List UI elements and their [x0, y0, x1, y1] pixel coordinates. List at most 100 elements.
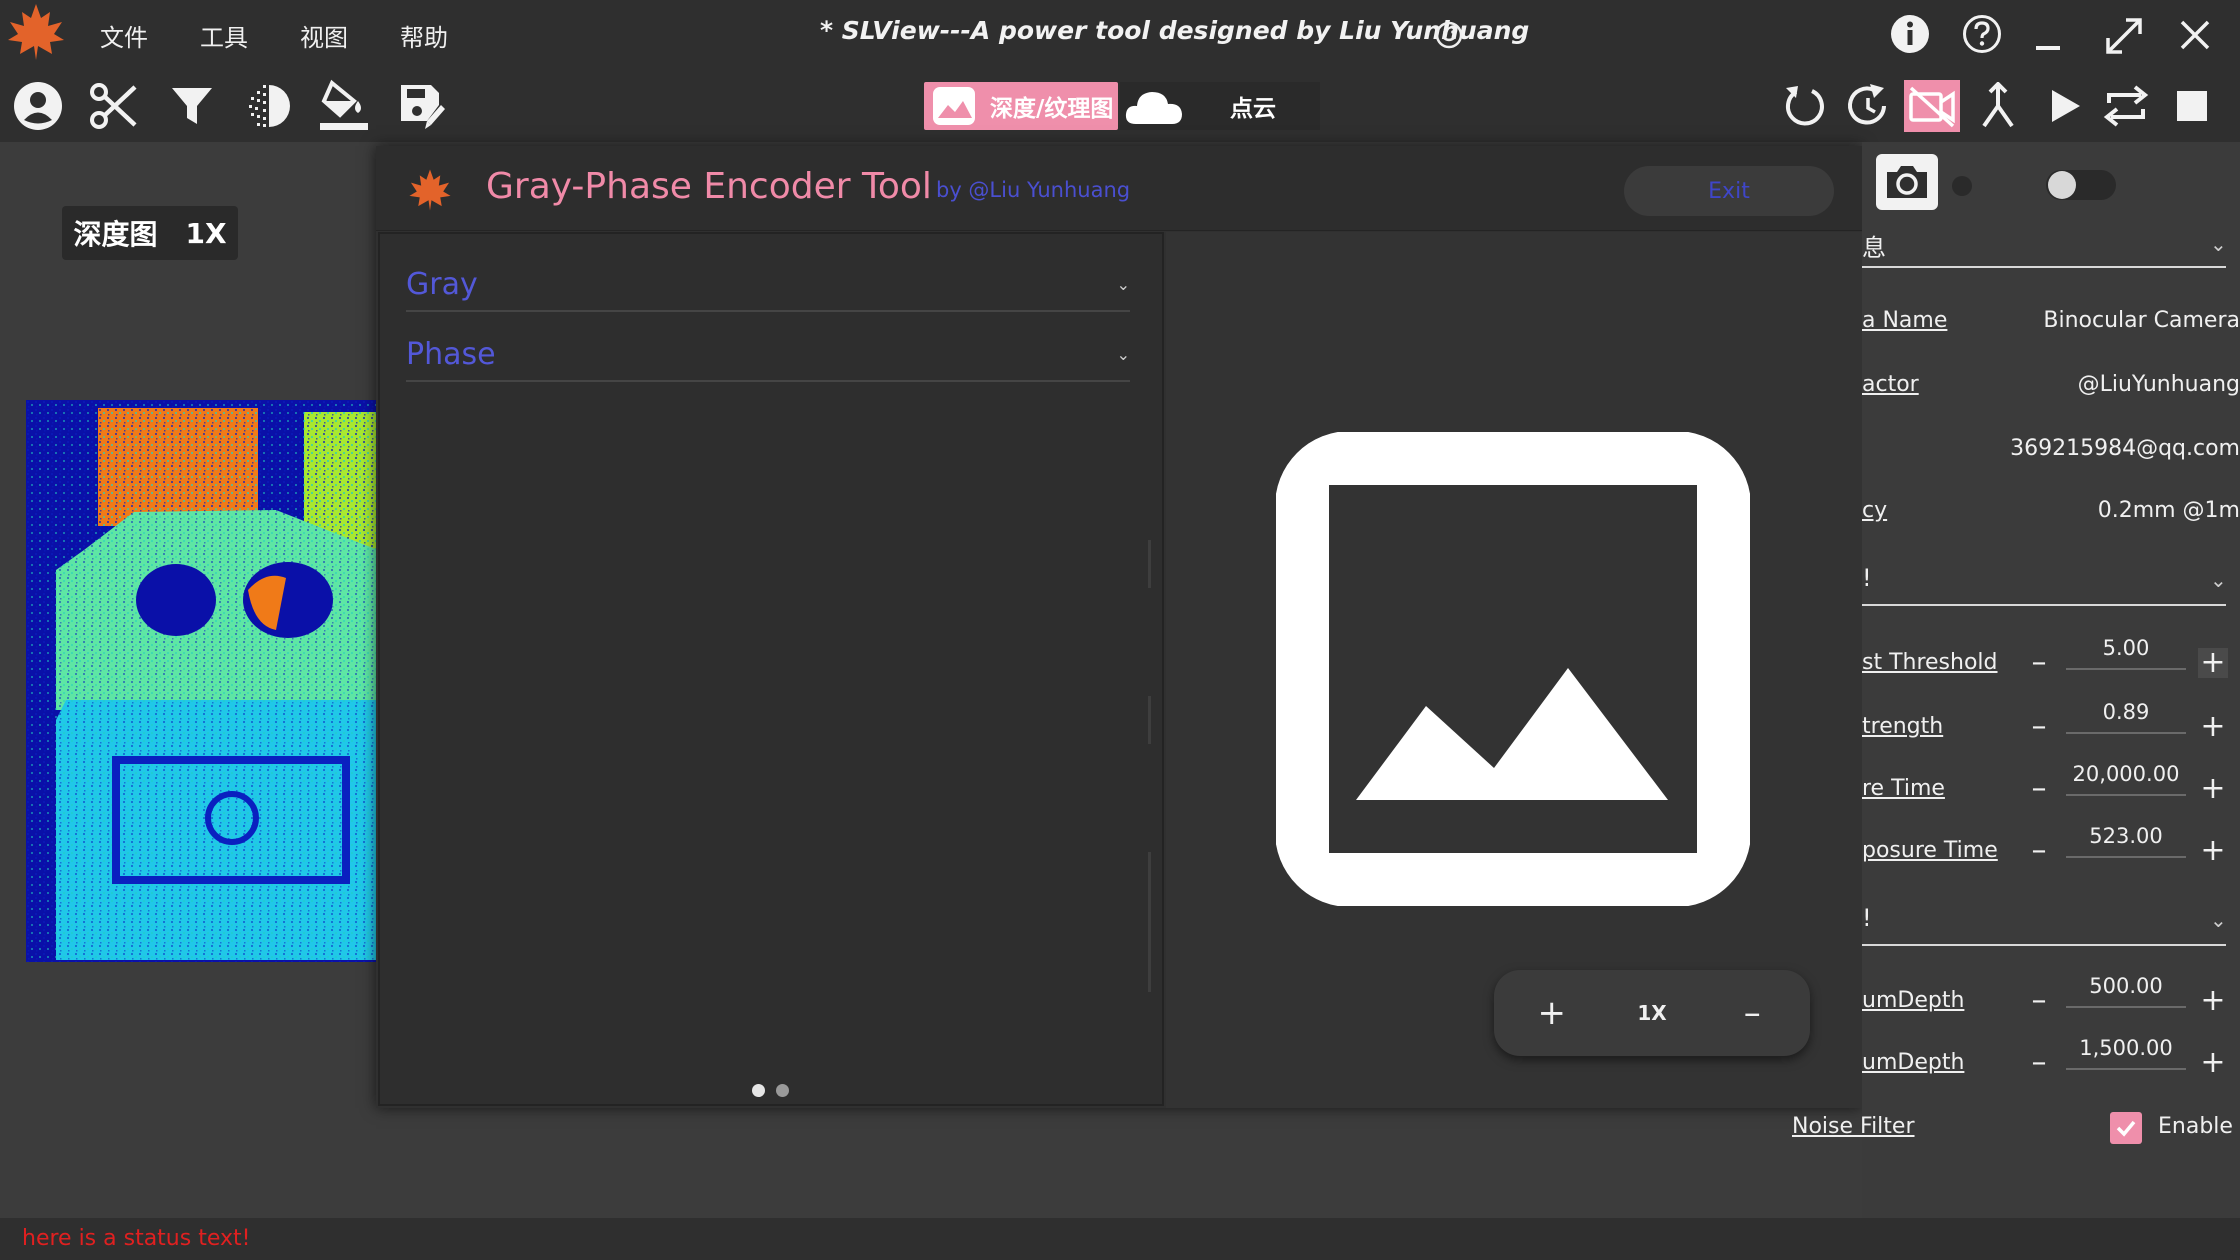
status-bar	[0, 1218, 2240, 1260]
exposure-time-label: re Time	[1862, 776, 1945, 801]
exposure-time-field[interactable]: 20,000.00	[2066, 762, 2186, 796]
chevron-down-icon: ⌄	[1116, 274, 1130, 294]
divider	[406, 310, 1130, 312]
contrast-threshold-field[interactable]: 5.00	[2066, 636, 2186, 670]
contrast-threshold-increment[interactable]: +	[2198, 648, 2228, 678]
exposure-time-2-decrement[interactable]: –	[2024, 836, 2054, 866]
user-icon[interactable]	[10, 78, 66, 134]
strength-field[interactable]: 0.89	[2066, 700, 2186, 734]
viewer-badge-zoom: 1X	[185, 216, 227, 250]
max-depth-field[interactable]: 1,500.00	[2066, 1036, 2186, 1070]
camera-name-label: a Name	[1862, 308, 1948, 333]
contrast-icon[interactable]	[240, 78, 296, 134]
section-capture-header[interactable]: ! ⌄	[1862, 562, 2240, 602]
status-text: here is a status text!	[22, 1226, 251, 1251]
min-depth-increment[interactable]: +	[2198, 986, 2228, 1016]
menu-file[interactable]: 文件	[100, 18, 148, 53]
row-camera-name: a Name Binocular Camera	[1862, 306, 2240, 340]
min-depth-field[interactable]: 500.00	[2066, 974, 2186, 1008]
capture-button[interactable]	[1876, 154, 1938, 210]
zoom-control: + 1X –	[1494, 970, 1810, 1056]
pager-dot-active[interactable]	[752, 1084, 765, 1097]
max-depth-decrement[interactable]: –	[2024, 1048, 2054, 1078]
scissors-icon[interactable]	[86, 78, 142, 134]
divider	[1862, 604, 2226, 606]
filter-icon[interactable]	[164, 78, 220, 134]
section-depth-header[interactable]: ! ⌄	[1862, 902, 2240, 942]
camera-name-value: Binocular Camera	[2043, 308, 2240, 333]
exit-button[interactable]: Exit	[1624, 166, 1834, 216]
accuracy-value: 0.2mm @1m	[2097, 498, 2240, 523]
accuracy-label: cy	[1862, 498, 1888, 523]
noise-filter-checkbox[interactable]	[2110, 1112, 2142, 1144]
exposure-time-2-field[interactable]: 523.00	[2066, 824, 2186, 858]
row-contractor: actor @LiuYunhuang	[1862, 370, 2240, 404]
save-edit-icon[interactable]	[394, 78, 450, 134]
strength-decrement[interactable]: –	[2024, 712, 2054, 742]
section-gray[interactable]: Gray ⌄	[406, 256, 1130, 312]
maximize-icon[interactable]	[2104, 16, 2144, 60]
row-exposure-time-2: posure Time	[1862, 838, 2012, 872]
play-icon[interactable]	[2036, 78, 2092, 134]
max-depth-increment[interactable]: +	[2198, 1048, 2228, 1078]
chevron-down-icon: ⌄	[1116, 344, 1130, 364]
app-logo-icon	[6, 2, 66, 62]
max-depth-label: umDepth	[1862, 1050, 1965, 1075]
mode-point-cloud-button[interactable]: 点云	[1120, 82, 1320, 130]
divider	[406, 380, 1130, 382]
window-title: * SLView---A power tool designed by Liu …	[820, 16, 1530, 45]
min-depth-label: umDepth	[1862, 988, 1965, 1013]
image-icon	[932, 86, 976, 126]
section-capture-title: !	[1862, 564, 1872, 592]
zoom-in-button[interactable]: +	[1522, 993, 1582, 1033]
divider	[1862, 944, 2226, 946]
info-icon[interactable]	[1890, 14, 1930, 58]
refresh-icon[interactable]	[1840, 78, 1896, 134]
mode-depth-texture-button[interactable]: 深度/纹理图	[924, 82, 1118, 130]
stop-icon[interactable]	[2164, 78, 2220, 134]
row-accuracy: cy 0.2mm @1m	[1862, 496, 2240, 530]
scrollbar-segment[interactable]	[1148, 852, 1151, 992]
checkmark-icon	[2114, 1116, 2138, 1140]
section-phase[interactable]: Phase ⌄	[406, 326, 1130, 382]
contrast-threshold-decrement[interactable]: –	[2024, 648, 2054, 678]
close-icon[interactable]	[2178, 18, 2212, 56]
pager-dot[interactable]	[776, 1084, 789, 1097]
viewer-badge-label: 深度图	[73, 218, 158, 251]
menu-help[interactable]: 帮助	[400, 18, 448, 53]
section-gray-title: Gray	[406, 266, 478, 302]
zoom-out-button[interactable]: –	[1722, 993, 1782, 1033]
menu-tools[interactable]: 工具	[200, 18, 248, 53]
divider	[1862, 266, 2226, 268]
merge-icon[interactable]	[1970, 78, 2026, 134]
dialog-byline: by @Liu Yunhuang	[936, 178, 1131, 202]
contractor-label: actor	[1862, 372, 1919, 397]
repeat-icon[interactable]	[2098, 78, 2154, 134]
min-depth-decrement[interactable]: –	[2024, 986, 2054, 1016]
contrast-threshold-label: st Threshold	[1862, 650, 1998, 675]
viewer-badge: 深度图 1X	[62, 206, 238, 260]
strength-increment[interactable]: +	[2198, 712, 2228, 742]
menu-view[interactable]: 视图	[300, 18, 348, 53]
exposure-time-increment[interactable]: +	[2198, 774, 2228, 804]
help-icon[interactable]	[1962, 14, 2002, 58]
exposure-time-2-increment[interactable]: +	[2198, 836, 2228, 866]
paint-bucket-icon[interactable]	[316, 78, 372, 134]
chevron-down-icon: ⌄	[2210, 908, 2227, 932]
toggle-switch[interactable]	[2046, 170, 2116, 200]
smile-icon[interactable]	[1434, 20, 1464, 54]
section-info-header[interactable]: 息 ⌄	[1862, 226, 2240, 266]
scrollbar-segment[interactable]	[1148, 540, 1151, 588]
camera-off-button[interactable]	[1904, 80, 1960, 132]
mode-cloud-label: 点云	[1230, 96, 1276, 122]
minimize-icon[interactable]	[2036, 46, 2060, 50]
chevron-down-icon: ⌄	[2210, 232, 2227, 256]
rotate-ccw-icon[interactable]	[1776, 78, 1832, 134]
section-phase-title: Phase	[406, 336, 496, 372]
scrollbar-segment[interactable]	[1148, 696, 1151, 744]
zoom-level: 1X	[1637, 1001, 1667, 1025]
exposure-time-decrement[interactable]: –	[2024, 774, 2054, 804]
section-depth-title: !	[1862, 904, 1872, 932]
contractor-value: @LiuYunhuang	[2077, 372, 2240, 397]
depth-image[interactable]	[26, 400, 378, 962]
